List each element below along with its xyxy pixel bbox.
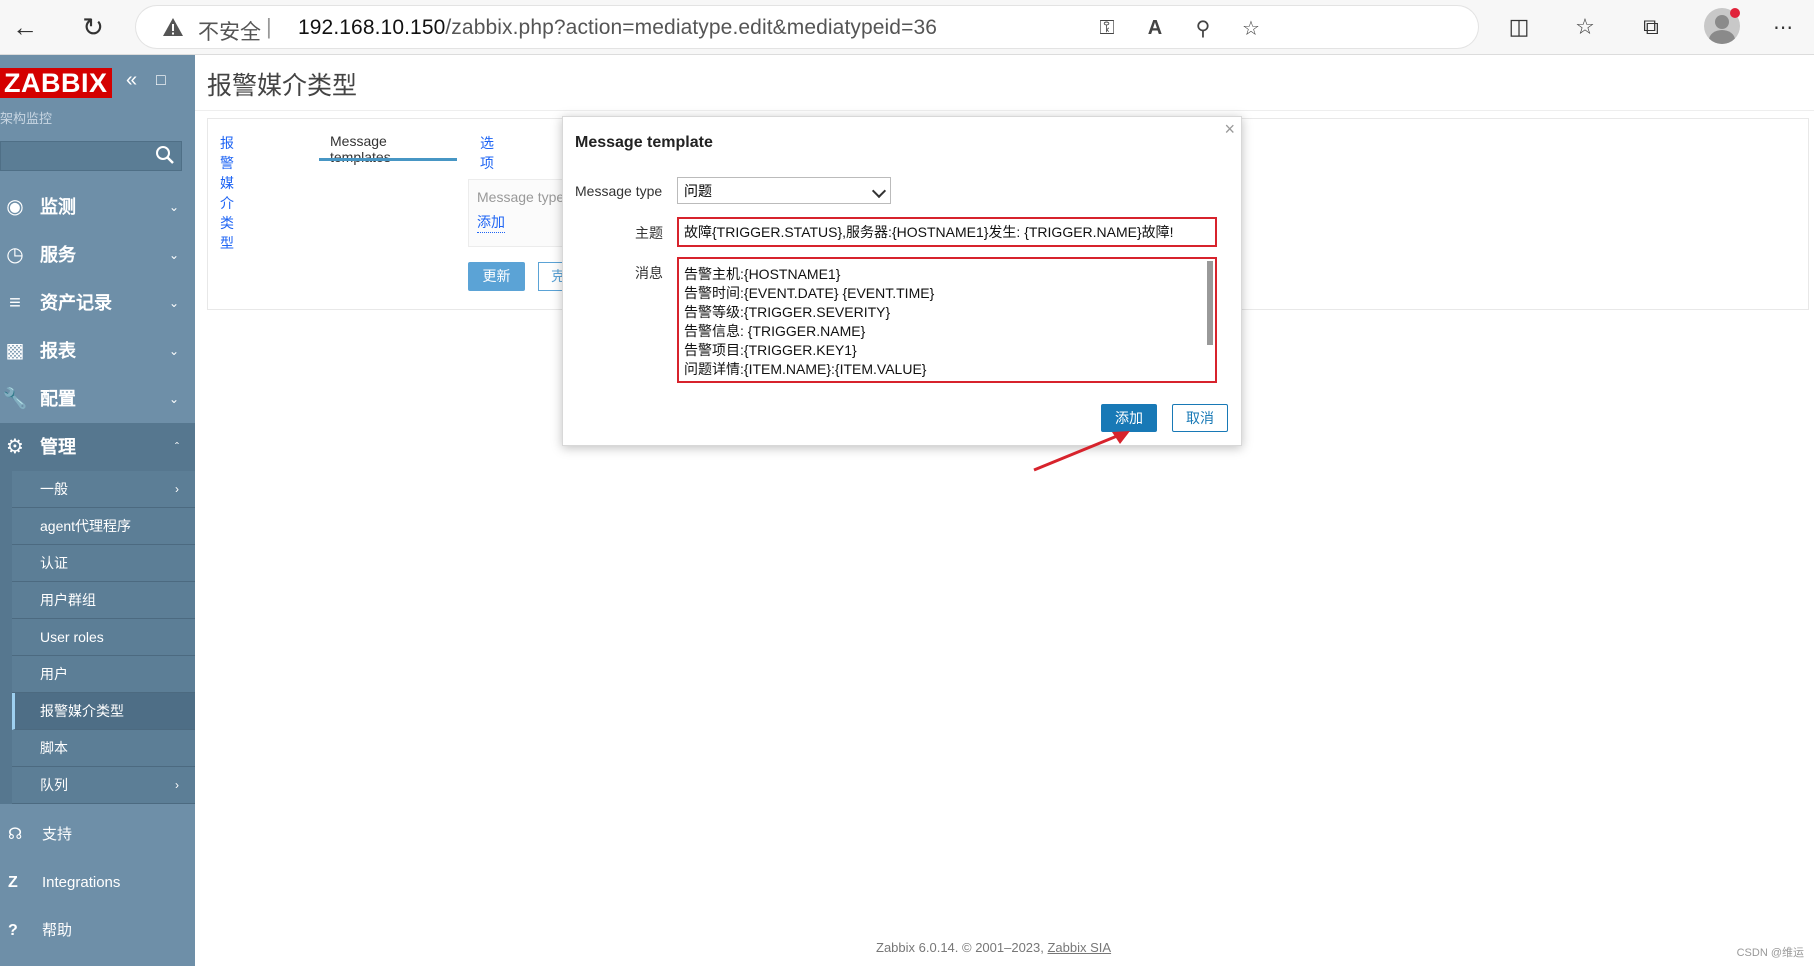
server-name: 架构监控 (0, 111, 53, 126)
browser-toolbar: ← ↻ 不安全 | 192.168.10.150/zabbix.php?acti… (0, 0, 1814, 55)
chevron-down-icon: ⌄ (168, 392, 179, 406)
menu-item-help[interactable]: ? 帮助 (0, 907, 195, 955)
search-icon[interactable] (155, 145, 175, 165)
menu-item-monitoring[interactable]: ◉ 监测 ⌄ (0, 183, 195, 231)
z-icon: Z (8, 874, 18, 891)
message-line: 告警等级:{TRIGGER.SEVERITY} (684, 304, 891, 320)
update-button[interactable]: 更新 (468, 262, 525, 291)
message-textarea[interactable]: 告警主机:{HOSTNAME1} 告警时间:{EVENT.DATE} {EVEN… (677, 257, 1217, 383)
address-bar[interactable]: 不安全 | 192.168.10.150/zabbix.php?action=m… (136, 6, 1478, 48)
gear-icon: ⚙ (6, 436, 24, 458)
add-favorite-icon[interactable]: ☆ (1238, 15, 1264, 41)
chevron-down-icon: ⌄ (168, 296, 179, 310)
sidebar: ZABBIX « □ 架构监控 ◉ 监测 ⌄ ◷ 服务 ⌄ ≡ 资产记录 ⌄ ▩… (0, 55, 195, 966)
split-screen-icon[interactable]: ◫ (1502, 10, 1536, 44)
subject-input[interactable]: 故障{TRIGGER.STATUS},服务器:{HOSTNAME1}发生: {T… (677, 217, 1217, 247)
menu-item-support[interactable]: ☊ 支持 (0, 811, 195, 859)
menu-item-configuration[interactable]: 🔧 配置 ⌄ (0, 375, 195, 423)
clock-icon: ◷ (6, 244, 24, 266)
message-line: 告警项目:{TRIGGER.KEY1} (684, 342, 857, 358)
chart-icon: ▩ (5, 340, 25, 362)
list-icon: ≡ (9, 292, 21, 314)
submenu-item-media-types[interactable]: 报警媒介类型 (12, 693, 195, 730)
submenu-item-authentication[interactable]: 认证 (12, 545, 195, 582)
kiosk-mode-icon[interactable]: □ (156, 72, 166, 90)
message-type-label: Message type (575, 183, 663, 199)
zabbix-sia-link[interactable]: Zabbix SIA (1047, 940, 1111, 955)
question-icon: ? (8, 922, 18, 939)
submenu-item-proxies[interactable]: agent代理程序 (12, 508, 195, 545)
address-separator: | (266, 14, 272, 39)
sidebar-search-input[interactable] (0, 141, 182, 171)
administration-submenu: 一般 › agent代理程序 认证 用户群组 User roles 用户 报警媒介… (0, 471, 195, 804)
dialog-title: Message template (575, 134, 713, 151)
message-line: 告警主机:{HOSTNAME1} (684, 266, 841, 282)
chevron-up-icon: ˆ (175, 440, 179, 454)
submenu-item-scripts[interactable]: 脚本 (12, 730, 195, 767)
more-icon[interactable]: ⋯ (1766, 10, 1800, 44)
subject-label: 主题 (635, 225, 663, 241)
submenu-item-general[interactable]: 一般 › (12, 471, 195, 508)
back-icon[interactable]: ← (6, 8, 44, 46)
notification-dot (1730, 8, 1740, 18)
zabbix-logo[interactable]: ZABBIX (0, 68, 112, 98)
security-label[interactable]: 不安全 (198, 16, 261, 46)
chevron-down-icon: ⌄ (168, 200, 179, 214)
chevron-down-icon: ⌄ (168, 344, 179, 358)
url-text[interactable]: 192.168.10.150/zabbix.php?action=mediaty… (298, 16, 937, 40)
favorites-icon[interactable]: ☆ (1568, 10, 1602, 44)
menu-item-integrations[interactable]: Z Integrations (0, 859, 195, 907)
submenu-item-users[interactable]: 用户 (12, 656, 195, 693)
menu-item-services[interactable]: ◷ 服务 ⌄ (0, 231, 195, 279)
menu-item-administration[interactable]: ⚙ 管理 ˆ (0, 423, 195, 471)
read-aloud-icon[interactable]: A (1142, 15, 1168, 41)
message-type-column-header: Message type (477, 189, 565, 205)
eye-icon: ◉ (6, 196, 24, 218)
active-tab-indicator (319, 158, 457, 161)
annotation-arrow-icon (1033, 431, 1130, 472)
cancel-button[interactable]: 取消 (1172, 404, 1228, 432)
wrench-icon: 🔧 (2, 388, 28, 410)
message-line: 告警时间:{EVENT.DATE} {EVENT.TIME} (684, 285, 935, 301)
message-type-select[interactable]: 问题 (677, 177, 891, 204)
sidebar-footer-menu: ☊ 支持 Z Integrations ? 帮助 (0, 811, 195, 955)
submenu-item-user-roles[interactable]: User roles (12, 619, 195, 656)
message-line: 问题详情:{ITEM.NAME}:{ITEM.VALUE} (684, 361, 927, 377)
menu-item-inventory[interactable]: ≡ 资产记录 ⌄ (0, 279, 195, 327)
collapse-sidebar-icon[interactable]: « (126, 69, 137, 92)
headset-icon: ☊ (8, 826, 23, 843)
add-template-link[interactable]: 添加 (477, 212, 505, 233)
chevron-right-icon: › (175, 482, 179, 496)
close-icon[interactable]: × (1224, 119, 1235, 140)
reload-icon[interactable]: ↻ (74, 8, 112, 46)
chevron-down-icon: ⌄ (168, 248, 179, 262)
zoom-out-icon[interactable]: ⚲ (1190, 15, 1216, 41)
menu-item-reports[interactable]: ▩ 报表 ⌄ (0, 327, 195, 375)
textarea-scrollbar[interactable] (1207, 261, 1213, 345)
submenu-item-user-groups[interactable]: 用户群组 (12, 582, 195, 619)
key-icon[interactable]: ⚿ (1094, 15, 1120, 41)
header-divider (195, 110, 1814, 111)
message-template-dialog: Message template × Message type 问题 主题 故障… (562, 116, 1242, 446)
collections-icon[interactable]: ⧉ (1634, 10, 1668, 44)
message-label: 消息 (635, 265, 663, 281)
message-line: 告警信息: {TRIGGER.NAME} (684, 323, 866, 339)
submenu-item-queue[interactable]: 队列 › (12, 767, 195, 804)
main-menu: ◉ 监测 ⌄ ◷ 服务 ⌄ ≡ 资产记录 ⌄ ▩ 报表 ⌄ 🔧 配置 ⌄ ⚙ 管… (0, 183, 195, 804)
chevron-right-icon: › (175, 778, 179, 792)
tab-options[interactable]: 选项 (480, 133, 494, 173)
tab-media-type[interactable]: 报警媒介类型 (220, 133, 234, 253)
page-title: 报警媒介类型 (207, 72, 358, 100)
watermark: CSDN @维运 (1736, 947, 1804, 959)
chevron-down-icon (871, 183, 887, 199)
page-footer: Zabbix 6.0.14. © 2001–2023, Zabbix SIA (876, 940, 1112, 955)
warning-icon[interactable] (162, 16, 184, 38)
